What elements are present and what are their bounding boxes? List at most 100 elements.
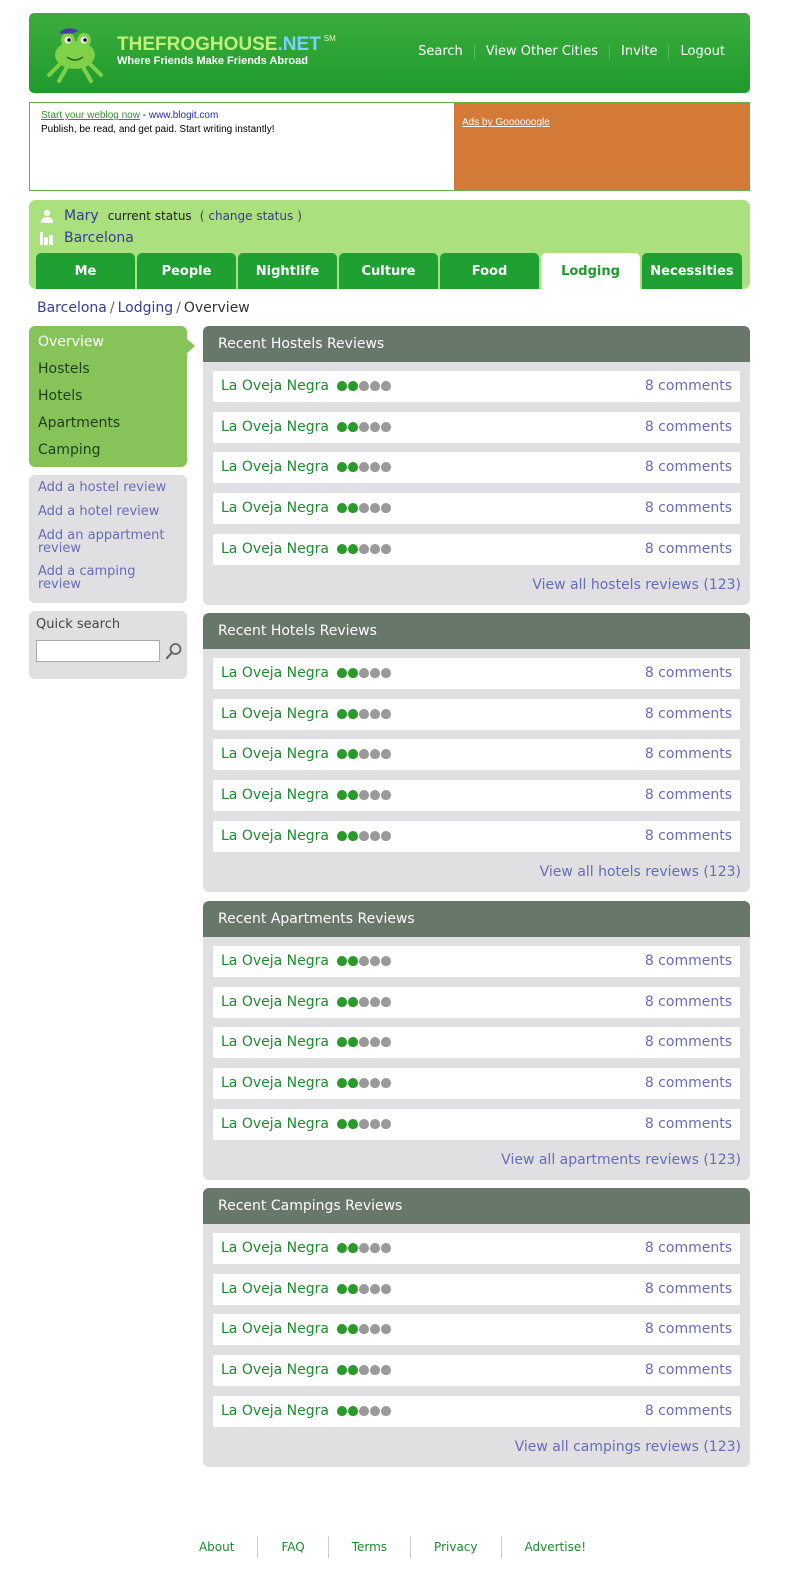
footer-faq-link[interactable]: FAQ: [257, 1536, 327, 1558]
tab-necessities[interactable]: Necessities: [642, 253, 742, 289]
review-place-link[interactable]: La Oveja Negra: [221, 1075, 329, 1091]
tab-culture[interactable]: Culture: [339, 253, 438, 289]
add-hostel-review-link[interactable]: Add a hostel review: [38, 481, 178, 494]
review-place-link[interactable]: La Oveja Negra: [221, 746, 329, 762]
tab-nightlife[interactable]: Nightlife: [238, 253, 337, 289]
nav-search-link[interactable]: Search: [407, 44, 474, 60]
breadcrumb-city[interactable]: Barcelona: [37, 300, 107, 316]
frog-rating-filled-icon: [348, 421, 358, 432]
review-row: La Oveja Negra 8 comments: [213, 1395, 740, 1427]
view-all-apartments-link[interactable]: View all apartments reviews (123): [501, 1152, 741, 1168]
tab-me[interactable]: Me: [36, 253, 135, 289]
review-comments-link[interactable]: 8 comments: [645, 1362, 732, 1378]
review-comments-link[interactable]: 8 comments: [645, 746, 732, 762]
review-comments-link[interactable]: 8 comments: [645, 500, 732, 516]
nav-logout-link[interactable]: Logout: [668, 44, 736, 60]
review-comments-link[interactable]: 8 comments: [645, 1034, 732, 1050]
brand-name: THEFROGHOUSE.NET SM: [117, 34, 336, 55]
frog-rating-filled-icon: [337, 543, 347, 554]
review-comments-link[interactable]: 8 comments: [645, 994, 732, 1010]
footer-privacy-link[interactable]: Privacy: [410, 1536, 500, 1558]
footer-about-link[interactable]: About: [176, 1536, 257, 1558]
review-comments-link[interactable]: 8 comments: [645, 378, 732, 394]
review-place-link[interactable]: La Oveja Negra: [221, 1362, 329, 1378]
review-place-link[interactable]: La Oveja Negra: [221, 1034, 329, 1050]
review-row: La Oveja Negra 8 comments: [213, 658, 740, 689]
frog-rating: [337, 1365, 392, 1376]
frog-logo-icon[interactable]: [39, 23, 109, 83]
review-place-link[interactable]: La Oveja Negra: [221, 419, 329, 435]
nav-invite-link[interactable]: Invite: [609, 44, 668, 60]
sidebar-item-apartments[interactable]: Apartments: [29, 413, 187, 440]
review-comments-link[interactable]: 8 comments: [645, 787, 732, 803]
footer-terms-link[interactable]: Terms: [327, 1536, 410, 1558]
review-place-link[interactable]: La Oveja Negra: [221, 459, 329, 475]
review-place-link[interactable]: La Oveja Negra: [221, 500, 329, 516]
review-comments-link[interactable]: 8 comments: [645, 541, 732, 557]
footer-advertise-link[interactable]: Advertise!: [500, 1536, 610, 1558]
sidebar-item-hostels[interactable]: Hostels: [29, 359, 187, 386]
view-all-campings-link[interactable]: View all campings reviews (123): [515, 1439, 741, 1455]
breadcrumb-section[interactable]: Lodging: [118, 300, 174, 316]
frog-rating: [337, 790, 392, 801]
frog-rating-filled-icon: [337, 381, 347, 391]
review-place-link[interactable]: La Oveja Negra: [221, 665, 329, 681]
panel-recent-hotels: Recent Hotels Reviews La Oveja Negra 8 com…: [203, 613, 750, 892]
add-hotel-review-link[interactable]: Add a hotel review: [38, 505, 178, 518]
ads-by-link[interactable]: Ads by Goooooogle: [462, 117, 550, 128]
frog-rating-filled-icon: [348, 790, 358, 801]
quick-search-input[interactable]: [36, 640, 160, 662]
review-comments-link[interactable]: 8 comments: [645, 828, 732, 844]
review-place-link[interactable]: La Oveja Negra: [221, 994, 329, 1010]
review-place-link[interactable]: La Oveja Negra: [221, 1281, 329, 1297]
view-all-hostels-link[interactable]: View all hostels reviews (123): [532, 577, 741, 593]
tab-people[interactable]: People: [137, 253, 236, 289]
review-place-link[interactable]: La Oveja Negra: [221, 828, 329, 844]
add-appartment-review-link[interactable]: Add an appartment review: [38, 529, 178, 555]
view-all-hotels-link[interactable]: View all hotels reviews (123): [540, 864, 741, 880]
ad-weblog-link[interactable]: Start your weblog now: [41, 110, 140, 121]
review-comments-link[interactable]: 8 comments: [645, 1075, 732, 1091]
review-place-link[interactable]: La Oveja Negra: [221, 787, 329, 803]
review-comments-link[interactable]: 8 comments: [645, 706, 732, 722]
tab-lodging[interactable]: Lodging: [541, 253, 640, 289]
panel-recent-apartments: Recent Apartments Reviews La Oveja Negra 8…: [203, 901, 750, 1180]
review-comments-link[interactable]: 8 comments: [645, 953, 732, 969]
review-comments-link[interactable]: 8 comments: [645, 1116, 732, 1132]
review-place-link[interactable]: La Oveja Negra: [221, 1321, 329, 1337]
review-comments-link[interactable]: 8 comments: [645, 665, 732, 681]
profile-name[interactable]: Mary: [64, 208, 99, 224]
review-place-link[interactable]: La Oveja Negra: [221, 378, 329, 394]
review-place-link[interactable]: La Oveja Negra: [221, 1240, 329, 1256]
frog-rating-filled-icon: [337, 790, 347, 801]
search-icon[interactable]: [165, 642, 183, 660]
brand[interactable]: THEFROGHOUSE.NET SM Where Friends Make Fr…: [117, 34, 336, 67]
review-comments-link[interactable]: 8 comments: [645, 419, 732, 435]
review-place-link[interactable]: La Oveja Negra: [221, 541, 329, 557]
sidebar-item-hotels[interactable]: Hotels: [29, 386, 187, 413]
frog-rating-empty-icon: [381, 1037, 391, 1048]
profile-city-row: Barcelona: [40, 230, 134, 246]
review-place-link[interactable]: La Oveja Negra: [221, 953, 329, 969]
review-comments-link[interactable]: 8 comments: [645, 1403, 732, 1419]
frog-rating-filled-icon: [337, 1283, 347, 1294]
sidebar-item-overview[interactable]: Overview: [29, 332, 187, 359]
review-comments-link[interactable]: 8 comments: [645, 459, 732, 475]
nav-view-other-cities-link[interactable]: View Other Cities: [473, 44, 609, 60]
review-comments-link[interactable]: 8 comments: [645, 1321, 732, 1337]
change-status-link[interactable]: change status: [208, 209, 293, 223]
frog-rating-empty-icon: [359, 1365, 369, 1376]
breadcrumb-current: Overview: [183, 300, 250, 316]
add-camping-review-link[interactable]: Add a camping review: [38, 565, 178, 591]
review-comments-link[interactable]: 8 comments: [645, 1240, 732, 1256]
frog-rating-filled-icon: [348, 956, 358, 966]
sidebar-item-camping[interactable]: Camping: [29, 440, 187, 467]
review-place-link[interactable]: La Oveja Negra: [221, 1403, 329, 1419]
review-place-link[interactable]: La Oveja Negra: [221, 1116, 329, 1132]
tab-food[interactable]: Food: [440, 253, 539, 289]
ad-domain[interactable]: www.blogit.com: [149, 110, 218, 121]
review-place-link[interactable]: La Oveja Negra: [221, 706, 329, 722]
frog-rating-filled-icon: [348, 1283, 358, 1294]
review-comments-link[interactable]: 8 comments: [645, 1281, 732, 1297]
current-city[interactable]: Barcelona: [64, 230, 134, 246]
